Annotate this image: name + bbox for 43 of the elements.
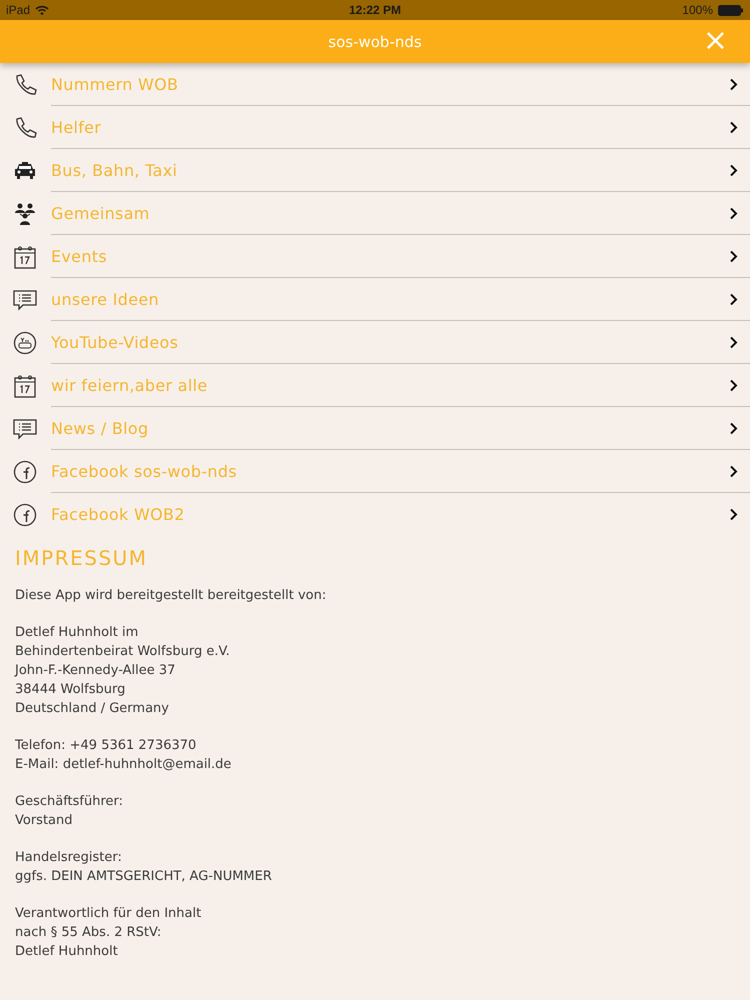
menu-item[interactable]: Events bbox=[0, 235, 750, 278]
menu-item[interactable]: Facebook sos-wob-nds bbox=[0, 450, 750, 493]
facebook-icon bbox=[13, 502, 37, 526]
chevron-icon bbox=[729, 206, 738, 220]
menu-item[interactable]: wir feiern,aber alle bbox=[0, 364, 750, 407]
menu-item[interactable]: Bus, Bahn, Taxi bbox=[0, 149, 750, 192]
impressum-text: Geschäftsführer: Vorstand bbox=[15, 793, 124, 830]
menu-item[interactable]: Facebook WOB2 bbox=[0, 493, 750, 536]
impressum-text: Verantwortlich für den Inhalt nach § 55 Abs. 2 RStV: Detlef Huhnholt bbox=[15, 905, 202, 961]
impressum-text: Diese App wird bereitgestellt bereitgestellt von: bbox=[15, 587, 328, 605]
chevron-icon bbox=[729, 250, 738, 262]
calendar-icon bbox=[13, 244, 37, 268]
menu-item[interactable]: News / Blog bbox=[0, 407, 750, 450]
chevron-icon bbox=[729, 508, 738, 521]
chevron-icon bbox=[729, 164, 738, 176]
chat-icon bbox=[13, 416, 37, 440]
battery-icon bbox=[718, 4, 744, 16]
status-time: 12:22 PM bbox=[348, 3, 402, 17]
menu-item[interactable]: Helfer bbox=[0, 106, 750, 149]
menu-item[interactable]: unsere Ideen bbox=[0, 278, 750, 321]
menu-item[interactable]: Gemeinsam bbox=[0, 192, 750, 235]
chevron-icon bbox=[729, 336, 738, 348]
chat-icon bbox=[13, 288, 37, 312]
impressum-text: Handelsregister: ggfs. DEIN AMTSGERICHT, AG-NUMMER bbox=[15, 849, 273, 886]
impressum-text: Detlef Huhnholt im Behindertenbeirat Wolfsburg e.V. John-F.-Kennedy-Allee 37 38444 Wolfsburg Deutschland / Germany bbox=[15, 624, 231, 718]
wifi-icon bbox=[35, 5, 50, 15]
close-button[interactable]: × bbox=[702, 26, 728, 56]
section-heading: IMPRESSUM bbox=[15, 546, 149, 570]
impressum-text: Telefon: +49 5361 2736370 E-Mail: detlef-huhnholt@email.de bbox=[15, 737, 232, 774]
menu-item[interactable]: Nummern WOB bbox=[0, 63, 750, 106]
chevron-icon bbox=[729, 422, 738, 434]
facebook-icon bbox=[13, 460, 37, 484]
chevron-icon bbox=[729, 378, 738, 392]
calendar-icon bbox=[13, 374, 37, 398]
people-icon bbox=[13, 202, 37, 226]
chevron-icon bbox=[729, 78, 738, 90]
menu-item[interactable]: YouTube-Videos bbox=[0, 321, 750, 364]
chevron-icon bbox=[729, 464, 738, 478]
chevron-icon bbox=[729, 120, 738, 134]
app-title: sos-wob-nds bbox=[328, 32, 422, 50]
chevron-icon bbox=[729, 292, 738, 306]
battery-percent: 100% bbox=[682, 3, 713, 17]
device-name: iPad bbox=[6, 3, 30, 17]
